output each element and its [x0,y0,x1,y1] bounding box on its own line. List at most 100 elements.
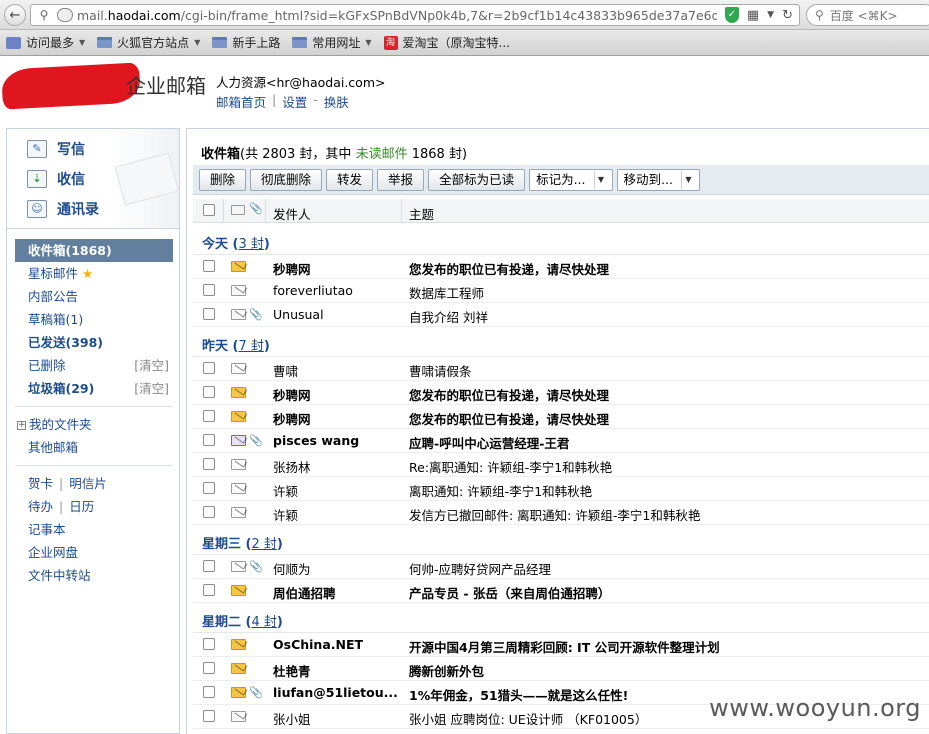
mail-sender[interactable]: 曹啸 [273,361,298,380]
folder-spam[interactable]: 垃圾箱(29) [清空] [15,377,173,400]
contacts-button[interactable]: ☺ 通讯录 [27,199,99,219]
date-group-count-link[interactable]: 2 封 [251,537,276,552]
row-checkbox[interactable] [203,482,215,494]
mail-sender[interactable]: liufan@51lietou... [273,685,398,700]
folder-deleted[interactable]: 已删除 [清空] [15,354,173,377]
expand-icon[interactable]: + [17,421,26,430]
mail-sender[interactable]: 秒聘网 [273,259,311,278]
mail-subject[interactable]: 应聘-呼叫中心运营经理-王君 [409,433,569,452]
row-checkbox[interactable] [203,458,215,470]
row-checkbox[interactable] [203,260,215,272]
mail-sender[interactable]: 张扬林 [273,457,311,476]
row-checkbox[interactable] [203,284,215,296]
mail-subject[interactable]: 自我介绍 刘祥 [409,307,488,326]
mail-row[interactable]: 📎 何顺为 何帅-应聘好贷网产品经理 [193,555,929,579]
mail-sender[interactable]: 秒聘网 [273,385,311,404]
bookmark-common-sites[interactable]: 常用网址 ▼ [292,34,372,51]
file-transfer-link[interactable]: 文件中转站 [15,564,173,587]
date-group-count-link[interactable]: 4 封 [251,615,276,630]
mail-sender[interactable]: foreverliutao [273,283,353,298]
mail-row[interactable]: 杜艳青 腾新创新外包 [193,657,929,681]
empty-deleted-link[interactable]: [清空] [134,354,169,377]
row-checkbox[interactable] [203,638,215,650]
sender-column-header[interactable]: 发件人 [273,204,311,223]
row-checkbox[interactable] [203,506,215,518]
compose-button[interactable]: ✎ 写信 [27,139,85,159]
mark-all-read-button[interactable]: 全部标为已读 [428,168,526,191]
mail-subject[interactable]: 发信方已撤回邮件: 离职通知: 许颖组-李宁1和韩秋艳 [409,505,700,524]
mail-subject[interactable]: 产品专员 - 张岳（来自周伯通招聘） [409,583,610,602]
mail-row[interactable]: 📎 pisces wang 应聘-呼叫中心运营经理-王君 [193,429,929,453]
folder-sent[interactable]: 已发送(398) [15,331,173,354]
mail-row[interactable]: 📎 Unusual 自我介绍 刘祥 [193,303,929,327]
dropdown-arrow-icon[interactable]: ▼ [767,10,774,20]
mail-sender[interactable]: pisces wang [273,433,359,448]
search-input[interactable]: ⚲ 百度 <⌘K> [806,4,929,26]
mail-row[interactable]: 许颖 发信方已撤回邮件: 离职通知: 许颖组-李宁1和韩秋艳 [193,501,929,525]
mail-subject[interactable]: Re:离职通知: 许颖组-李宁1和韩秋艳 [409,457,612,476]
mail-sender[interactable]: 许颖 [273,481,298,500]
row-checkbox[interactable] [203,662,215,674]
mail-row[interactable]: OsChina.NET 开源中国4月第三周精彩回顾: IT 公司开源软件整理计划 [193,633,929,657]
mail-row[interactable]: 秒聘网 您发布的职位已有投递，请尽快处理 [193,381,929,405]
qr-code-icon[interactable]: ▦ [747,8,759,23]
mail-sender[interactable]: OsChina.NET [273,637,363,652]
mail-subject[interactable]: 何帅-应聘好贷网产品经理 [409,559,551,578]
folder-announcements[interactable]: 内部公告 [15,285,173,308]
mail-sender[interactable]: 何顺为 [273,559,311,578]
row-checkbox[interactable] [203,710,215,722]
receive-button[interactable]: ⇣ 收信 [27,169,85,189]
postcard-link[interactable]: 明信片 [69,476,107,491]
mail-sender[interactable]: 许颖 [273,505,298,524]
row-checkbox[interactable] [203,584,215,596]
row-checkbox[interactable] [203,560,215,572]
bookmark-firefox-official[interactable]: 火狐官方站点 ▼ [97,34,200,51]
address-field[interactable]: ⚲ mail.haodai.com/cgi-bin/frame_html?sid… [30,4,800,26]
reload-icon[interactable]: ↻ [782,8,793,23]
my-folders[interactable]: + 我的文件夹 [15,413,173,436]
mail-row[interactable]: 周伯通招聘 产品专员 - 张岳（来自周伯通招聘） [193,579,929,603]
mail-subject[interactable]: 腾新创新外包 [409,661,484,680]
row-checkbox[interactable] [203,686,215,698]
mail-subject[interactable]: 您发布的职位已有投递，请尽快处理 [409,409,609,428]
folder-inbox[interactable]: 收件箱(1868) [15,239,173,262]
notes-link[interactable]: 记事本 [15,518,173,541]
mail-sender[interactable]: 秒聘网 [273,409,311,428]
enterprise-disk-link[interactable]: 企业网盘 [15,541,173,564]
mail-row[interactable]: 许颖 离职通知: 许颖组-李宁1和韩秋艳 [193,477,929,501]
delete-forever-button[interactable]: 彻底删除 [250,168,323,191]
bookmark-taobao[interactable]: 淘 爱淘宝（原淘宝特... [383,34,510,51]
move-to-select[interactable]: 移动到... ▼ [616,168,700,191]
mail-sender[interactable]: 杜艳青 [273,661,311,680]
forward-button[interactable]: 转发 [326,168,374,191]
empty-spam-link[interactable]: [清空] [134,377,169,400]
mail-subject[interactable]: 您发布的职位已有投递，请尽快处理 [409,385,609,404]
select-all-checkbox[interactable] [203,204,215,216]
mail-subject[interactable]: 曹啸请假条 [409,361,472,380]
delete-button[interactable]: 删除 [199,168,247,191]
folder-drafts[interactable]: 草稿箱(1) [15,308,173,331]
folder-starred[interactable]: 星标邮件 ★ [15,262,173,285]
row-checkbox[interactable] [203,362,215,374]
unread-link[interactable]: 未读邮件 [356,147,408,162]
mail-sender[interactable]: 张小姐 [273,709,311,728]
date-group-count-link[interactable]: 7 封 [238,339,263,354]
greeting-card-link[interactable]: 贺卡 [28,476,53,491]
mail-row[interactable]: 曹啸 曹啸请假条 [193,357,929,381]
subject-column-header[interactable]: 主题 [409,204,434,223]
mail-row[interactable]: 秒聘网 您发布的职位已有投递，请尽快处理 [193,255,929,279]
mail-subject[interactable]: 张小姐 应聘岗位: UE设计师 （KF01005） [409,709,647,728]
address-text[interactable]: mail.haodai.com/cgi-bin/frame_html?sid=k… [77,8,717,23]
mail-home-link[interactable]: 邮箱首页 [216,92,266,111]
mail-row[interactable]: 秒聘网 您发布的职位已有投递，请尽快处理 [193,405,929,429]
row-checkbox[interactable] [203,308,215,320]
mail-subject[interactable]: 开源中国4月第三周精彩回顾: IT 公司开源软件整理计划 [409,637,720,656]
mark-as-select[interactable]: 标记为... ▼ [529,168,613,191]
mail-sender[interactable]: Unusual [273,307,324,322]
date-group-count-link[interactable]: 3 封 [238,237,263,252]
mail-subject[interactable]: 您发布的职位已有投递，请尽快处理 [409,259,609,278]
calendar-link[interactable]: 日历 [69,499,94,514]
settings-link[interactable]: 设置 [282,92,307,111]
row-checkbox[interactable] [203,386,215,398]
change-skin-link[interactable]: 换肤 [324,92,349,111]
